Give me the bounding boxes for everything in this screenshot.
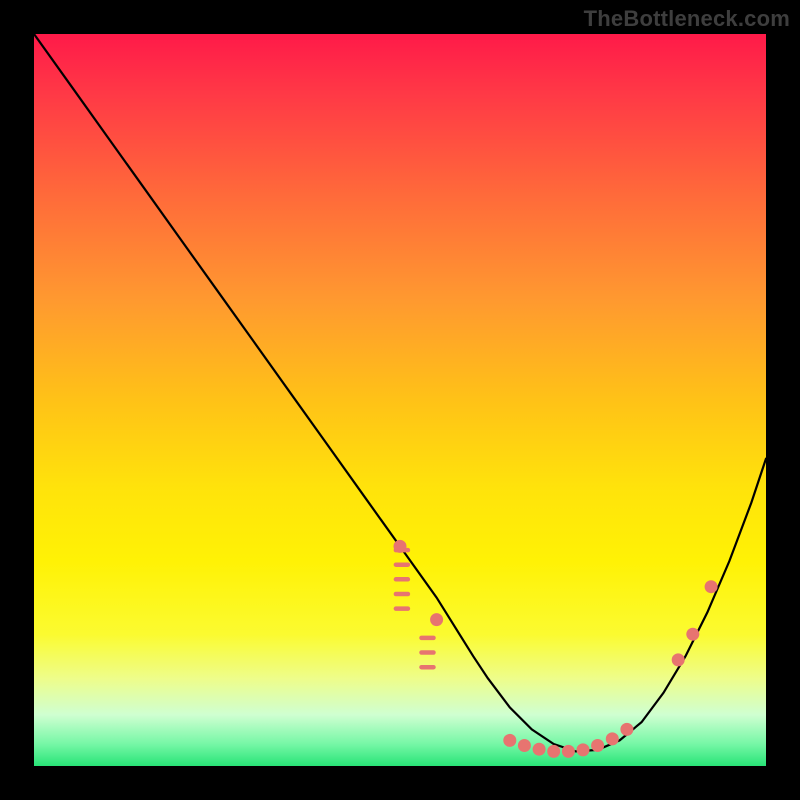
marker-dot [577,743,590,756]
marker-dot [533,743,546,756]
marker-dot [394,540,407,553]
marker-dot [547,745,560,758]
attribution-text: TheBottleneck.com [584,6,790,32]
chart-svg [34,34,766,766]
marker-dot [430,613,443,626]
marker-dot [503,734,516,747]
marker-tick-group-1 [396,550,408,609]
marker-dot [562,745,575,758]
marker-dot [518,739,531,752]
chart-plot-area [34,34,766,766]
chart-curve [34,34,766,751]
marker-dot [686,628,699,641]
marker-dot [606,732,619,745]
marker-dot [672,653,685,666]
marker-dot [705,580,718,593]
marker-dot-group [394,540,718,758]
marker-tick-group-2 [422,638,434,667]
marker-dot [620,723,633,736]
marker-dot [591,739,604,752]
